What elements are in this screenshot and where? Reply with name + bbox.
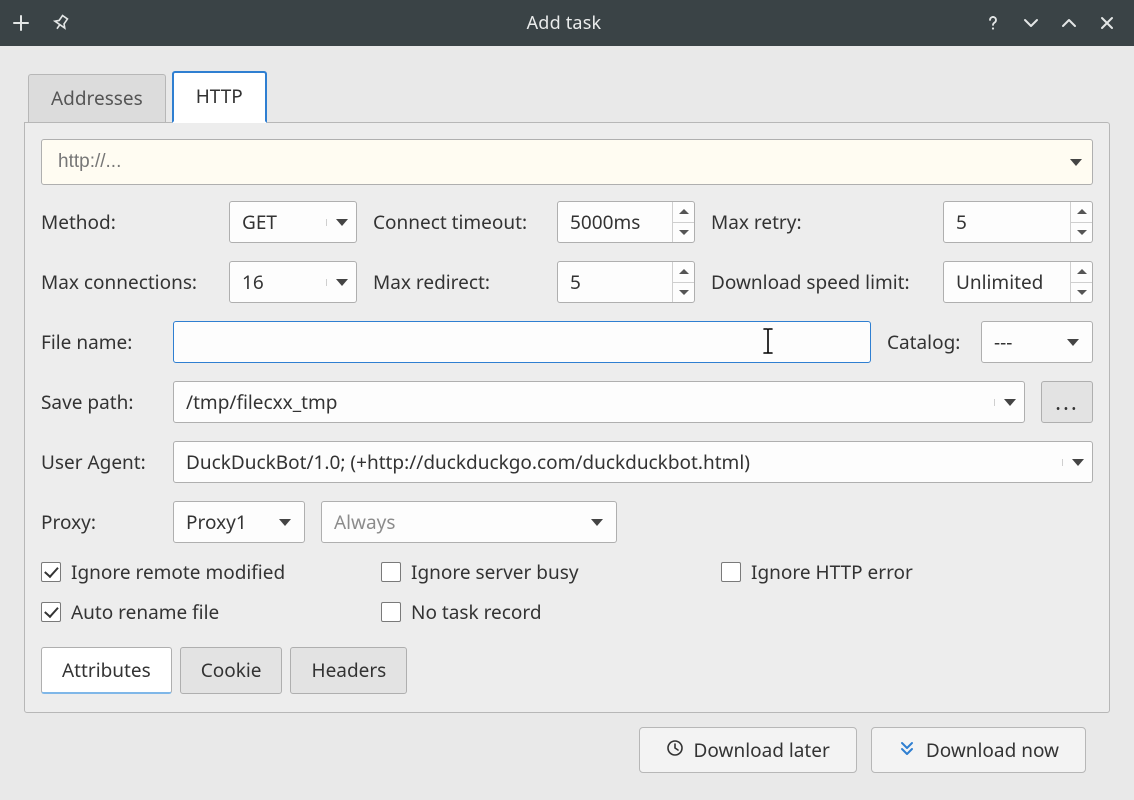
spin-up-icon[interactable]	[1071, 202, 1092, 223]
maximize-icon[interactable]	[1058, 12, 1080, 34]
subtabs: Attributes Cookie Headers	[41, 647, 1093, 694]
chevron-down-icon	[336, 219, 348, 226]
new-tab-icon[interactable]	[10, 12, 32, 34]
max-connections-label: Max connections:	[41, 269, 213, 295]
spin-down-icon[interactable]	[1071, 223, 1092, 243]
chevron-down-icon	[1067, 339, 1079, 346]
pin-icon[interactable]	[50, 12, 72, 34]
connect-timeout-spinner[interactable]: 5000ms	[557, 201, 695, 243]
spin-down-icon[interactable]	[1071, 283, 1092, 303]
http-panel: Method: GET Connect timeout: 5000ms Max …	[24, 122, 1110, 713]
chevron-down-icon	[591, 519, 603, 526]
method-select[interactable]: GET	[229, 201, 357, 243]
connect-timeout-label: Connect timeout:	[373, 209, 541, 235]
spin-up-icon[interactable]	[1071, 262, 1092, 283]
checkbox-icon[interactable]	[41, 562, 61, 582]
checkbox-icon[interactable]	[381, 602, 401, 622]
subtab-attributes[interactable]: Attributes	[41, 647, 172, 694]
chevron-down-icon	[279, 519, 291, 526]
download-now-button[interactable]: Download now	[871, 727, 1086, 773]
file-name-input[interactable]	[186, 330, 860, 354]
dialog-body: Addresses HTTP Method: GET Connect timeo…	[0, 46, 1134, 787]
chevron-down-icon[interactable]	[1070, 159, 1082, 166]
spin-up-icon[interactable]	[673, 262, 694, 283]
help-icon[interactable]	[982, 12, 1004, 34]
double-chevron-down-icon	[898, 737, 916, 763]
window-title: Add task	[200, 11, 928, 35]
row-proxy: Proxy: Proxy1 Always	[41, 499, 1093, 545]
tab-http[interactable]: HTTP	[172, 71, 267, 123]
row-savepath: Save path: /tmp/filecxx_tmp ...	[41, 379, 1093, 425]
checkbox-icon[interactable]	[721, 562, 741, 582]
subtab-cookie[interactable]: Cookie	[180, 647, 283, 694]
row-filename: File name: Catalog: ---	[41, 319, 1093, 365]
spin-down-icon[interactable]	[673, 283, 694, 303]
minimize-icon[interactable]	[1020, 12, 1042, 34]
method-label: Method:	[41, 209, 213, 235]
browse-button[interactable]: ...	[1041, 381, 1093, 423]
checks-row-2: Auto rename file No task record	[41, 599, 1093, 625]
max-redirect-spinner[interactable]: 5	[557, 261, 695, 303]
proxy-label: Proxy:	[41, 509, 157, 535]
max-retry-spinner[interactable]: 5	[943, 201, 1093, 243]
file-name-label: File name:	[41, 329, 157, 355]
check-ignore-http-error[interactable]: Ignore HTTP error	[721, 559, 1031, 585]
check-auto-rename-file[interactable]: Auto rename file	[41, 599, 351, 625]
proxy-mode-select[interactable]: Always	[321, 501, 617, 543]
check-ignore-server-busy[interactable]: Ignore server busy	[381, 559, 691, 585]
subtab-headers[interactable]: Headers	[290, 647, 407, 694]
chevron-down-icon	[336, 279, 348, 286]
check-ignore-remote-modified[interactable]: Ignore remote modified	[41, 559, 351, 585]
user-agent-combo[interactable]: DuckDuckBot/1.0; (+http://duckduckgo.com…	[173, 441, 1093, 483]
download-later-button[interactable]: Download later	[639, 727, 857, 773]
row-useragent: User Agent: DuckDuckBot/1.0; (+http://du…	[41, 439, 1093, 485]
titlebar: Add task	[0, 0, 1134, 46]
proxy-select[interactable]: Proxy1	[173, 501, 305, 543]
url-input[interactable]	[56, 150, 1070, 174]
checkbox-icon[interactable]	[41, 602, 61, 622]
max-redirect-label: Max redirect:	[373, 269, 541, 295]
spin-down-icon[interactable]	[673, 223, 694, 243]
user-agent-label: User Agent:	[41, 449, 157, 475]
dl-speed-limit-label: Download speed limit:	[711, 269, 927, 295]
dl-speed-limit-spinner[interactable]: Unlimited	[943, 261, 1093, 303]
catalog-label: Catalog:	[887, 329, 965, 355]
tab-addresses[interactable]: Addresses	[28, 74, 166, 123]
chevron-down-icon	[1004, 399, 1016, 406]
checks-row-1: Ignore remote modified Ignore server bus…	[41, 559, 1093, 585]
chevron-down-icon	[1072, 459, 1084, 466]
close-icon[interactable]	[1096, 12, 1118, 34]
url-combobox[interactable]	[41, 139, 1093, 185]
save-path-combo[interactable]: /tmp/filecxx_tmp	[173, 381, 1025, 423]
max-connections-select[interactable]: 16	[229, 261, 357, 303]
save-path-label: Save path:	[41, 389, 157, 415]
file-name-input-wrap[interactable]	[173, 321, 871, 363]
max-retry-label: Max retry:	[711, 209, 927, 235]
clock-icon	[666, 737, 684, 763]
footer: Download later Download now	[24, 713, 1110, 773]
row-connections: Max connections: 16 Max redirect: 5 Down…	[41, 259, 1093, 305]
check-no-task-record[interactable]: No task record	[381, 599, 691, 625]
spin-up-icon[interactable]	[673, 202, 694, 223]
catalog-select[interactable]: ---	[981, 321, 1093, 363]
row-method: Method: GET Connect timeout: 5000ms Max …	[41, 199, 1093, 245]
checkbox-icon[interactable]	[381, 562, 401, 582]
